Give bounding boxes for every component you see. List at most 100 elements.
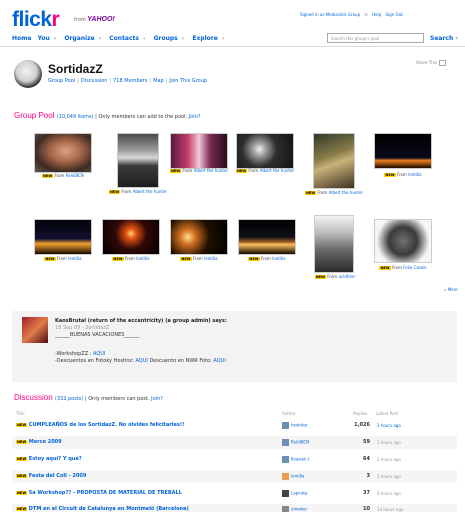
search-input[interactable]: Search this group's pool: [327, 33, 424, 43]
thread-replies: 59: [363, 439, 370, 445]
share-this-button[interactable]: Share This: [416, 60, 446, 66]
photo-caption: NEW From Felix Casals: [379, 265, 427, 270]
nav-you[interactable]: You: [38, 35, 50, 42]
pool-photo[interactable]: [171, 220, 227, 254]
group-subnav: Group Pool | Discussion | 718 Members | Map | Jo…: [48, 78, 208, 84]
group-title: SortidazZ: [48, 62, 103, 76]
discussion-join-link[interactable]: Join?: [151, 396, 163, 402]
pool-join-link[interactable]: Join?: [189, 114, 201, 120]
column-header-author[interactable]: Author: [282, 411, 295, 416]
column-header-replies[interactable]: Replies: [353, 411, 367, 416]
pool-photo[interactable]: [237, 134, 293, 168]
thread-replies: 1,026: [354, 422, 370, 428]
pool-photo[interactable]: [314, 134, 354, 188]
photo-caption: NEW From Albert the hunter: [304, 190, 364, 195]
photo-caption: NEW From acidtrier: [314, 274, 356, 279]
nav-organize[interactable]: Organize: [64, 35, 94, 42]
help-link[interactable]: Help: [372, 12, 381, 17]
chevron-down-icon[interactable]: ▾: [99, 36, 102, 42]
thread-replies: 3: [366, 473, 370, 479]
pool-photo[interactable]: [35, 134, 91, 172]
buddy-icon: [282, 456, 289, 463]
pool-count-link[interactable]: (10,049 items): [57, 114, 94, 120]
thread-author[interactable]: Lapirata: [282, 490, 307, 497]
thread-title: NEW CUMPLEAÑOS de los SortidazZ. No olvi…: [16, 422, 185, 428]
thread-latest[interactable]: 2 hours ago: [377, 423, 401, 428]
group-avatar[interactable]: [14, 60, 42, 88]
thread-author[interactable]: lentilla: [282, 473, 304, 480]
photo-caption: NEW From Albert the hunter: [169, 168, 229, 173]
discount-link[interactable]: AQUI: [135, 358, 147, 364]
comment-meta: 18 Sep 09 - SortidazZ: [55, 325, 110, 331]
thread-author[interactable]: Itsaslan.t: [282, 456, 309, 463]
commenter-avatar[interactable]: [22, 317, 48, 343]
search-button[interactable]: Search ▾: [430, 35, 458, 42]
comment-header: KaosBrutal (return of the eccentricity) …: [55, 318, 227, 324]
pool-photo[interactable]: [375, 134, 431, 168]
members-link[interactable]: 718 Members: [113, 78, 147, 84]
map-link[interactable]: Map: [153, 78, 164, 84]
top-links: Signed in as Mediaclick Group ✉ Help Sig…: [300, 12, 406, 17]
thread-author[interactable]: hookitar: [282, 422, 308, 429]
column-header-latest[interactable]: Latest Post: [376, 411, 398, 416]
thread-author[interactable]: ReldiBCN: [282, 439, 309, 446]
chevron-down-icon[interactable]: ▾: [54, 36, 57, 42]
thread-latest[interactable]: 14 hours ago: [377, 507, 403, 512]
nav-home[interactable]: Home: [12, 35, 31, 42]
group-pool-link[interactable]: Group Pool: [48, 78, 75, 84]
group-pool-heading: Group Pool (10,049 items) | Only members…: [14, 111, 201, 120]
nwr-discount-link[interactable]: AQUI: [213, 358, 225, 364]
share-icon: [439, 60, 446, 66]
nav-groups[interactable]: Groups: [154, 35, 178, 42]
pool-photo[interactable]: [171, 134, 227, 168]
nav-explore[interactable]: Explore: [192, 35, 217, 42]
workshop-link[interactable]: AQUI: [93, 351, 105, 357]
flickr-logo[interactable]: flickr: [12, 8, 60, 32]
more-photos-link[interactable]: » More: [444, 287, 458, 292]
buddy-icon: [282, 439, 289, 446]
pool-photo[interactable]: [103, 220, 159, 254]
column-header-title[interactable]: Title: [16, 411, 25, 416]
chevron-down-icon[interactable]: ▾: [222, 36, 225, 42]
photo-caption: NEW From lentilla: [248, 256, 286, 261]
join-group-link[interactable]: Join This Group: [169, 78, 207, 84]
photo-caption: NEW From lentilla: [384, 172, 422, 177]
photo-caption: NEW From lentilla: [180, 256, 218, 261]
photo-caption: NEW From lentilla: [112, 256, 150, 261]
thread-latest[interactable]: 6 hours ago: [377, 491, 401, 496]
thread-title: NEW DTM en el Circuit de Catalunya en Mo…: [16, 506, 189, 512]
buddy-icon: [282, 473, 289, 480]
photo-caption: NEW From ReldiBCN: [42, 173, 84, 178]
thread-author[interactable]: elmoker: [282, 506, 307, 512]
pool-photo[interactable]: [375, 220, 431, 262]
thread-latest[interactable]: 2 hours ago: [377, 474, 401, 479]
main-nav: Home You ▾ Organize ▾ Contacts ▾ Groups ▾ Ex…: [12, 35, 230, 42]
signed-in-user-link[interactable]: Signed in as Mediaclick Group: [300, 12, 360, 17]
buddy-icon: [282, 506, 289, 512]
chevron-down-icon[interactable]: ▾: [455, 35, 458, 42]
chevron-down-icon[interactable]: ▾: [143, 36, 146, 42]
thread-latest[interactable]: 2 hours ago: [377, 440, 401, 445]
photo-caption: NEW From Albert the hunter: [108, 189, 168, 194]
header-divider: [0, 46, 465, 47]
discussion-heading: Discussion (332 posts) | Only members ca…: [14, 393, 163, 402]
mail-icon[interactable]: ✉: [364, 12, 367, 17]
buddy-icon: [282, 490, 289, 497]
pool-photo[interactable]: [118, 134, 158, 187]
pool-photo[interactable]: [35, 220, 91, 254]
comment-line: ______BUENAS VACACIONES______: [55, 332, 140, 338]
chevron-down-icon[interactable]: ▾: [182, 36, 185, 42]
thread-replies: 10: [363, 506, 370, 512]
thread-title: NEW Festa del Coll - 2009: [16, 473, 87, 479]
comment-line: -Descuentos en Fotoky Hostinz: AQUI Desc…: [55, 358, 226, 364]
nav-contacts[interactable]: Contacts: [109, 35, 139, 42]
discussion-link[interactable]: Discussion: [81, 78, 108, 84]
thread-title: NEW Estoy aquí? Y qué?: [16, 456, 82, 462]
pool-photo[interactable]: [315, 216, 353, 272]
discussion-count-link[interactable]: (332 posts): [55, 396, 83, 402]
thread-replies: 37: [363, 490, 370, 496]
thread-latest[interactable]: 2 hours ago: [377, 457, 401, 462]
sign-out-link[interactable]: Sign Out: [385, 12, 402, 17]
pool-photo[interactable]: [239, 220, 295, 254]
photo-caption: NEW From lentilla: [44, 256, 82, 261]
